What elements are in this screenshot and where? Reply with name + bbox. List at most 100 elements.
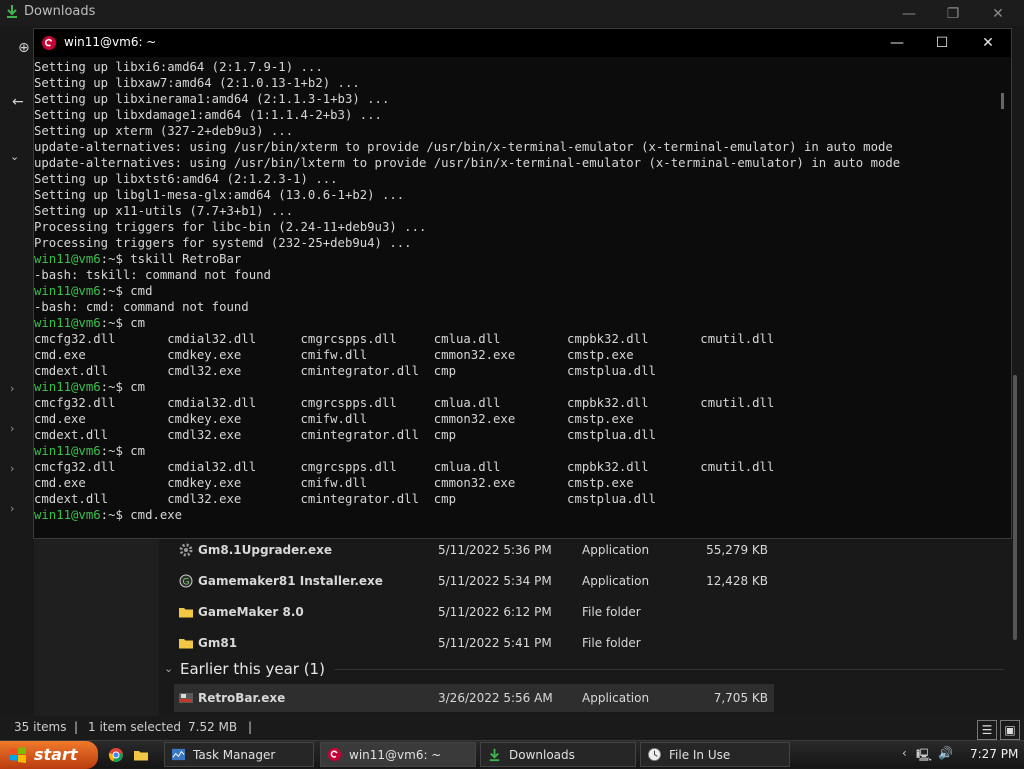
tiles-view-icon[interactable]: ▣ <box>1000 720 1020 740</box>
file-type: Application <box>582 543 650 557</box>
tree-expand-icon[interactable]: › <box>10 502 14 515</box>
explorer-nav-strip: ⊕ ← ⌄ › › › › <box>0 26 34 716</box>
terminal-output-line: Setting up xterm (327-2+deb9u3) ... <box>34 124 294 138</box>
terminal-window[interactable]: win11@vm6: ~ — ☐ ✕ Setting up libxi6:amd… <box>33 28 1012 539</box>
terminal-output-line: cmcfg32.dll cmdial32.dll cmgrcspps.dll c… <box>34 460 775 474</box>
terminal-command-line: win11@vm6:~$ cm <box>34 379 900 395</box>
status-bar: 35 items | 1 item selected 7.52 MB | ☰ ▣ <box>0 716 1024 740</box>
terminal-command: cm <box>130 380 146 394</box>
tree-expand-icon[interactable]: › <box>10 422 14 435</box>
terminal-titlebar[interactable]: win11@vm6: ~ — ☐ ✕ <box>34 29 1011 57</box>
terminal-prompt-path: :~$ <box>100 284 131 298</box>
taskbar-downloads[interactable]: Downloads <box>480 742 636 767</box>
file-row[interactable]: G Gamemaker81 Installer.exe 5/11/2022 5:… <box>174 567 774 595</box>
terminal-lines: Setting up libxi6:amd64 (2:1.7.9-1) ... S… <box>34 59 900 523</box>
item-count: 35 items <box>14 720 67 734</box>
close-icon[interactable]: ✕ <box>985 4 1011 24</box>
terminal-prompt-path: :~$ <box>100 508 131 522</box>
taskbar-task-manager[interactable]: Task Manager <box>164 742 314 767</box>
file-size: 55,279 KB <box>706 543 768 557</box>
maximize-icon[interactable]: ☐ <box>927 33 957 53</box>
terminal-prompt: win11@vm6 <box>34 508 101 522</box>
file-date: 3/26/2022 5:56 AM <box>438 691 553 705</box>
task-manager-icon <box>171 748 186 761</box>
add-tab-icon[interactable]: ⊕ <box>18 40 30 56</box>
tree-expand-icon[interactable]: › <box>10 382 14 395</box>
terminal-output-line: cmd.exe cmdkey.exe cmifw.dll cmmon32.exe… <box>34 348 634 362</box>
file-name: Gm81 <box>198 636 238 650</box>
chevron-down-icon[interactable]: ⌄ <box>10 150 19 163</box>
task-label: File In Use <box>669 748 731 762</box>
file-list: Gm8.1Upgrader.exe 5/11/2022 5:36 PM Appl… <box>160 536 1024 716</box>
tree-expand-icon[interactable]: › <box>10 462 14 475</box>
group-header[interactable]: ⌄ Earlier this year (1) <box>164 660 325 678</box>
terminal-output-line: Processing triggers for libc-bin (2.24-1… <box>34 220 427 234</box>
terminal-scrollbar[interactable] <box>994 57 1011 538</box>
terminal-output-line: Setting up x11-utils (7.7+3+b1) ... <box>34 204 294 218</box>
tray-chevron-icon[interactable]: ‹ <box>902 746 907 760</box>
gamemaker-icon: G <box>179 574 193 588</box>
terminal-output-line: Processing triggers for systemd (232-25+… <box>34 236 412 250</box>
file-date: 5/11/2022 5:41 PM <box>438 636 552 650</box>
network-icon[interactable]: 🖳 <box>916 746 932 767</box>
taskbar-clock[interactable]: 7:27 PM <box>970 747 1018 761</box>
gear-app-icon <box>179 543 193 557</box>
download-icon <box>489 748 500 762</box>
terminal-output-line: Setting up libxinerama1:amd64 (2:1.1.3-1… <box>34 92 390 106</box>
terminal-title: win11@vm6: ~ <box>64 35 157 49</box>
file-row[interactable]: Gm81 5/11/2022 5:41 PM File folder <box>174 629 774 657</box>
volume-icon[interactable]: 🔊 <box>938 746 953 760</box>
terminal-prompt: win11@vm6 <box>34 284 101 298</box>
restore-icon[interactable]: ❐ <box>940 4 966 24</box>
explorer-sidebar <box>34 536 159 716</box>
taskbar-terminal[interactable]: win11@vm6: ~ <box>320 742 476 767</box>
terminal-output-line: cmdext.dll cmdl32.exe cmintegrator.dll c… <box>34 428 656 442</box>
terminal-command-line: win11@vm6:~$ cm <box>34 443 900 459</box>
start-button[interactable]: start <box>0 741 98 769</box>
terminal-prompt: win11@vm6 <box>34 444 101 458</box>
terminal-command: cm <box>130 316 146 330</box>
terminal-command-line: win11@vm6:~$ tskill RetroBar <box>34 251 900 267</box>
terminal-output-line: update-alternatives: using /usr/bin/xter… <box>34 140 893 154</box>
task-label: Task Manager <box>193 748 276 762</box>
svg-text:G: G <box>183 578 190 588</box>
status-separator: | <box>248 720 253 734</box>
explorer-titlebar: Downloads — ❐ ✕ <box>0 0 1024 26</box>
status-separator: | <box>74 720 79 734</box>
back-arrow-icon[interactable]: ← <box>12 94 24 110</box>
terminal-prompt: win11@vm6 <box>34 380 101 394</box>
terminal-command-line: win11@vm6:~$ cm <box>34 315 900 331</box>
explorer-scrollbar[interactable] <box>1013 375 1017 640</box>
terminal-output-line: Setting up libxi6:amd64 (2:1.7.9-1) ... <box>34 60 323 74</box>
chrome-icon[interactable] <box>108 747 124 763</box>
windows-flag-icon <box>10 747 26 763</box>
terminal-prompt-path: :~$ <box>100 444 131 458</box>
taskbar-file-in-use[interactable]: File In Use <box>640 742 790 767</box>
clock-icon <box>647 747 662 762</box>
terminal-output[interactable]: Setting up libxi6:amd64 (2:1.7.9-1) ... S… <box>34 57 994 538</box>
explorer-title: Downloads <box>24 4 96 19</box>
folder-icon <box>179 639 193 649</box>
terminal-prompt-path: :~$ <box>100 316 131 330</box>
file-row[interactable]: Gm8.1Upgrader.exe 5/11/2022 5:36 PM Appl… <box>174 536 774 564</box>
details-view-icon[interactable]: ☰ <box>977 720 997 740</box>
close-icon[interactable]: ✕ <box>973 33 1003 53</box>
start-label: start <box>34 745 78 764</box>
minimize-icon[interactable]: — <box>896 4 922 24</box>
minimize-icon[interactable]: — <box>882 33 912 53</box>
file-date: 5/11/2022 5:36 PM <box>438 543 552 557</box>
debian-icon <box>42 36 56 50</box>
retrobar-icon <box>179 693 193 703</box>
terminal-prompt-path: :~$ <box>100 252 131 266</box>
terminal-output-line: cmd.exe cmdkey.exe cmifw.dll cmmon32.exe… <box>34 412 634 426</box>
debian-icon <box>327 747 342 762</box>
folder-icon[interactable] <box>133 747 149 763</box>
group-divider <box>334 669 1004 670</box>
terminal-output-line: cmdext.dll cmdl32.exe cmintegrator.dll c… <box>34 364 656 378</box>
file-row[interactable]: GameMaker 8.0 5/11/2022 6:12 PM File fol… <box>174 598 774 626</box>
terminal-scroll-thumb[interactable] <box>1001 93 1004 109</box>
file-type: File folder <box>582 636 641 650</box>
selected-file-row[interactable]: RetroBar.exe 3/26/2022 5:56 AM Applicati… <box>174 684 774 712</box>
terminal-command: cm <box>130 444 146 458</box>
file-type: File folder <box>582 605 641 619</box>
